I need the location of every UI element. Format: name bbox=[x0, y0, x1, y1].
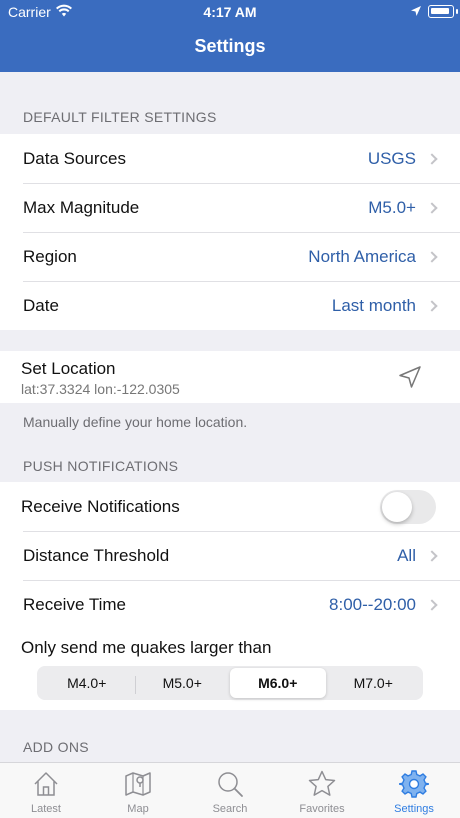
segment-m6[interactable]: M6.0+ bbox=[230, 668, 326, 698]
tab-label: Settings bbox=[394, 803, 434, 815]
row-value: All bbox=[397, 545, 416, 565]
row-label: Receive Notifications bbox=[21, 496, 180, 516]
set-location-row[interactable]: Set Location lat:37.3324 lon:-122.0305 bbox=[0, 351, 460, 403]
magnitude-segmented-control: M4.0+ M5.0+ M6.0+ M7.0+ bbox=[37, 666, 423, 700]
tab-settings[interactable]: Settings bbox=[368, 763, 460, 818]
row-value: 8:00--20:00 bbox=[329, 594, 416, 614]
chevron-right-icon bbox=[426, 201, 438, 214]
page-title: Settings bbox=[194, 36, 266, 56]
star-icon bbox=[308, 770, 336, 796]
tab-map[interactable]: Map bbox=[92, 763, 184, 818]
receive-notifications-row: Receive Notifications bbox=[0, 482, 460, 531]
location-arrow-icon bbox=[410, 4, 422, 20]
row-label: Region bbox=[23, 246, 77, 266]
receive-notifications-toggle[interactable] bbox=[380, 489, 436, 524]
chevron-right-icon bbox=[426, 250, 438, 263]
battery-icon bbox=[428, 5, 458, 18]
status-bar: Carrier 4:17 AM bbox=[0, 0, 460, 24]
row-value: USGS bbox=[367, 148, 416, 168]
chevron-right-icon bbox=[426, 598, 438, 611]
tab-search[interactable]: Search bbox=[184, 763, 276, 818]
house-icon bbox=[34, 772, 58, 796]
tab-label: Search bbox=[212, 803, 248, 815]
data-sources-row[interactable]: Data Sources USGS bbox=[0, 134, 460, 183]
location-send-icon[interactable] bbox=[398, 365, 422, 394]
default-filter-group: Data Sources USGS Max Magnitude M5.0+ Re… bbox=[0, 134, 460, 330]
tab-latest[interactable]: Latest bbox=[0, 763, 92, 818]
location-coordinates: lat:37.3324 lon:-122.0305 bbox=[21, 381, 180, 397]
set-location-title: Set Location bbox=[21, 359, 116, 378]
segment-m4[interactable]: M4.0+ bbox=[39, 668, 135, 698]
max-magnitude-row[interactable]: Max Magnitude M5.0+ bbox=[0, 183, 460, 232]
tab-favorites[interactable]: Favorites bbox=[276, 763, 368, 818]
row-label: Date bbox=[23, 295, 59, 315]
chevron-right-icon bbox=[426, 549, 438, 562]
tab-label: Favorites bbox=[299, 803, 345, 815]
gear-icon bbox=[399, 770, 429, 798]
segment-m5[interactable]: M5.0+ bbox=[134, 668, 231, 698]
quake-threshold-panel: Only send me quakes larger than M4.0+ M5… bbox=[0, 628, 460, 710]
map-icon bbox=[125, 772, 151, 796]
tab-label: Map bbox=[127, 803, 149, 815]
segment-m7[interactable]: M7.0+ bbox=[326, 668, 422, 698]
status-time: 4:17 AM bbox=[203, 4, 257, 20]
chevron-right-icon bbox=[426, 299, 438, 312]
row-label: Distance Threshold bbox=[23, 545, 170, 565]
tab-bar: Latest Map Search Favorites Settings bbox=[0, 762, 460, 818]
row-value: North America bbox=[308, 246, 416, 266]
toggle-knob bbox=[382, 491, 412, 522]
row-label: Receive Time bbox=[23, 594, 126, 614]
navigation-header: Carrier 4:17 AM Settings bbox=[0, 0, 460, 72]
tab-label: Latest bbox=[31, 803, 61, 815]
row-value: Last month bbox=[331, 295, 416, 315]
search-icon bbox=[218, 772, 243, 797]
location-footnote: Manually define your home location. bbox=[23, 414, 248, 430]
row-label: Max Magnitude bbox=[23, 197, 140, 217]
chevron-right-icon bbox=[426, 152, 438, 165]
date-row[interactable]: Date Last month bbox=[0, 281, 460, 330]
section-header-add-ons: ADD ONS bbox=[23, 739, 89, 755]
row-value: M5.0+ bbox=[368, 197, 416, 217]
section-header-push-notifications: PUSH NOTIFICATIONS bbox=[23, 458, 179, 474]
section-header-default-filter: DEFAULT FILTER SETTINGS bbox=[23, 109, 217, 125]
quake-threshold-title: Only send me quakes larger than bbox=[21, 638, 272, 657]
push-notifications-group: Receive Notifications Distance Threshold… bbox=[0, 482, 460, 629]
distance-threshold-row[interactable]: Distance Threshold All bbox=[0, 531, 460, 580]
region-row[interactable]: Region North America bbox=[0, 232, 460, 281]
receive-time-row[interactable]: Receive Time 8:00--20:00 bbox=[0, 580, 460, 629]
row-label: Data Sources bbox=[23, 148, 126, 168]
